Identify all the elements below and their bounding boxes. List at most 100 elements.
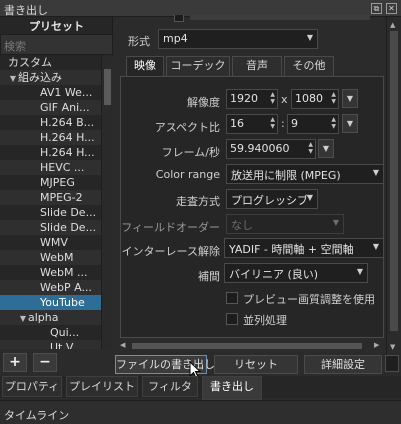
presets-title: プリセット — [29, 20, 84, 33]
preset-tree-item-label: H.264 H... — [40, 131, 95, 144]
spin-arrows-icon[interactable]: ▲ ▼ — [331, 91, 336, 105]
interp-label: 補間 — [198, 270, 220, 283]
scrollbar-thumb[interactable] — [104, 69, 111, 105]
add-preset-button[interactable]: + — [3, 353, 27, 372]
resolution-width-input[interactable]: 1920 ▲ ▼ — [226, 89, 278, 109]
aspect-label: アスペクト比 — [154, 121, 220, 134]
preset-tree-item-label: カスタム — [8, 56, 52, 69]
preset-tree-item[interactable]: GIF Ani... — [0, 100, 101, 115]
chevron-down-icon: ▼ — [372, 168, 379, 177]
settings-horizontal-scrollbar[interactable]: ◀ ▶ — [118, 341, 386, 351]
resolution-x: x — [281, 93, 288, 106]
preset-tree-item[interactable]: WebM ... — [0, 265, 101, 280]
preset-tree-item[interactable]: WMV — [0, 235, 101, 250]
reset-button[interactable]: リセット — [214, 355, 298, 374]
scrollbar-thumb[interactable] — [132, 343, 362, 349]
spin-arrows-icon[interactable]: ▲ ▼ — [270, 116, 275, 130]
aspect-presets-button[interactable]: ▼ — [342, 114, 358, 133]
parallel-checkbox[interactable] — [226, 313, 238, 325]
scroll-up-icon[interactable]: ▲ — [390, 21, 395, 29]
scan-select[interactable]: プログレッシブ ▼ — [226, 189, 318, 209]
fps-presets-button[interactable]: ▼ — [318, 139, 334, 158]
format-value: mp4 — [163, 32, 188, 45]
timeline-bar: タイムライン — [0, 400, 401, 424]
preset-tree-item-label: MPEG-2 — [40, 191, 83, 204]
preset-tree-item[interactable]: AV1 We... — [0, 85, 101, 100]
scrollbar-thumb[interactable] — [390, 31, 398, 331]
preset-tree-item[interactable]: Qui... — [0, 325, 101, 340]
resolution-presets-button[interactable]: ▼ — [342, 89, 358, 108]
preset-tree-scrollbar[interactable] — [101, 55, 113, 349]
tab-video[interactable]: 映像 — [126, 56, 164, 77]
preset-tree-item[interactable]: WebM — [0, 250, 101, 265]
preset-tree-item-label: MJPEG — [40, 176, 75, 189]
preset-tree-item[interactable]: MPEG-2 — [0, 190, 101, 205]
resolution-height-value: 1080 — [295, 92, 323, 105]
preset-tree-item[interactable]: カスタム — [0, 55, 101, 70]
preset-tree-item-label: H.264 B... — [40, 116, 95, 129]
preset-tree-item[interactable]: Ut V... — [0, 340, 101, 349]
tab-filters[interactable]: フィルタ — [142, 376, 198, 397]
preview-scale-checkbox[interactable] — [226, 292, 238, 304]
scroll-down-icon[interactable]: ▼ — [390, 343, 395, 351]
preset-tree-item-label: HEVC ... — [40, 161, 85, 174]
preset-tree-item-label: Qui... — [50, 326, 80, 339]
preset-search-input[interactable]: 検索 — [0, 34, 113, 55]
preset-tree-item[interactable]: H.264 H... — [0, 145, 101, 160]
remove-preset-button[interactable]: − — [33, 353, 57, 372]
preset-tree-item[interactable]: ▼ 組み込み — [0, 70, 101, 85]
aspect-width-input[interactable]: 16 ▲ ▼ — [226, 114, 278, 134]
tab-playlist[interactable]: プレイリスト — [66, 376, 138, 397]
aspect-height-input[interactable]: 9 ▲ ▼ — [287, 114, 339, 134]
aspect-width-value: 16 — [230, 117, 244, 130]
preset-tree-item[interactable]: Slide De... — [0, 205, 101, 220]
tab-properties[interactable]: プロパティ — [2, 376, 62, 397]
preset-tree-item-label: AV1 We... — [40, 86, 93, 99]
spin-arrows-icon[interactable]: ▲ ▼ — [331, 116, 336, 130]
expand-arrow-icon[interactable]: ▼ — [8, 71, 18, 85]
preset-tree-item[interactable]: H.264 B... — [0, 115, 101, 130]
preset-tree-item[interactable]: Slide De... — [0, 220, 101, 235]
fps-input[interactable]: 59.940060 ▲ ▼ — [226, 139, 316, 159]
preset-tree-item-label: GIF Ani... — [40, 101, 90, 114]
spin-arrows-icon[interactable]: ▲ ▼ — [270, 91, 275, 105]
preset-tree-item[interactable]: MJPEG — [0, 175, 101, 190]
resolution-label: 解像度 — [187, 96, 220, 109]
deinterlace-select[interactable]: YADIF - 時間軸 + 空間軸 ▼ — [224, 238, 384, 258]
preset-tree-item-label: WebM ... — [40, 266, 88, 279]
chevron-down-icon: ▼ — [306, 193, 313, 202]
color-range-select[interactable]: 放送用に制限 (MPEG) ▼ — [226, 164, 384, 184]
deinterlace-label: インターレース解除 — [121, 245, 220, 258]
float-window-icon[interactable]: ⧉ — [371, 3, 382, 14]
preset-tree-item[interactable]: ▼ alpha — [0, 310, 101, 325]
top-checkbox-label-cutoff — [190, 15, 370, 20]
deinterlace-value: YADIF - 時間軸 + 空間軸 — [229, 243, 354, 256]
preset-tree-item[interactable]: WebP A... — [0, 280, 101, 295]
expand-arrow-icon[interactable]: ▼ — [18, 311, 28, 325]
preview-scale-label: プレビュー画質調整を使用 — [243, 293, 375, 306]
chevron-down-icon: ▼ — [356, 267, 363, 276]
close-window-icon[interactable]: ✕ — [386, 3, 397, 14]
preset-tree-item[interactable]: H.264 H... — [0, 130, 101, 145]
top-checkbox[interactable] — [174, 15, 184, 22]
scroll-left-icon[interactable]: ◀ — [120, 341, 125, 349]
advanced-button[interactable]: 詳細設定 — [304, 355, 382, 374]
scroll-right-icon[interactable]: ▶ — [374, 341, 379, 349]
preset-tree-item[interactable]: HEVC ... — [0, 160, 101, 175]
format-select[interactable]: mp4 ▼ — [158, 29, 318, 49]
resolution-height-input[interactable]: 1080 ▲ ▼ — [291, 89, 339, 109]
hidden-top-row — [160, 15, 380, 27]
tab-audio[interactable]: 音声 — [232, 56, 282, 76]
preset-tree-item-label: YouTube — [40, 296, 85, 309]
scan-label: 走査方式 — [176, 195, 220, 208]
interp-select[interactable]: バイリニア (良い) ▼ — [224, 263, 368, 283]
tab-export[interactable]: 書き出し — [202, 376, 262, 400]
spin-arrows-icon[interactable]: ▲ ▼ — [308, 141, 313, 155]
settings-vertical-scrollbar[interactable]: ▲ ▼ — [386, 17, 401, 355]
tab-codec[interactable]: コーデック — [166, 56, 230, 76]
field-order-value: なし — [231, 219, 253, 232]
field-order-label: フィールドオーダー — [121, 221, 220, 234]
timeline-label: タイムライン — [4, 409, 70, 422]
tab-other[interactable]: その他 — [284, 56, 334, 76]
preset-tree-item[interactable]: YouTube — [0, 295, 101, 310]
